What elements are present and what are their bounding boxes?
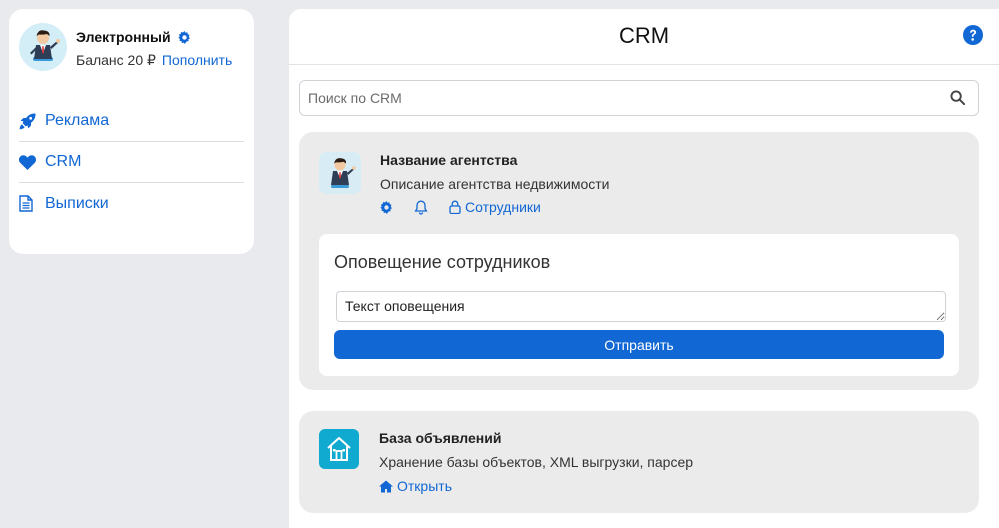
sidebar-item-crm[interactable]: CRM	[19, 142, 244, 183]
rocket-icon	[19, 112, 45, 130]
notification-panel: Оповещение сотрудников Текст оповещения …	[319, 234, 959, 376]
house-icon	[319, 429, 359, 469]
ads-database-card: База объявлений Хранение базы объектов, …	[299, 411, 979, 513]
lock-icon	[449, 200, 461, 214]
agency-actions: Сотрудники	[380, 199, 558, 215]
ads-db-description: Хранение базы объектов, XML выгрузки, па…	[379, 454, 694, 470]
bell-icon[interactable]	[414, 200, 432, 215]
home-icon	[379, 480, 393, 492]
send-button[interactable]: Отправить	[334, 330, 944, 359]
notification-heading: Оповещение сотрудников	[334, 252, 551, 272]
balance-text: Баланс 20 ₽	[76, 52, 156, 68]
agency-settings-gear-icon[interactable]	[380, 200, 397, 214]
sidebar: Электронный Баланс 20 ₽ Пополнить Реклама…	[9, 9, 254, 254]
search-icon[interactable]	[950, 90, 966, 110]
sidebar-item-label: Реклама	[45, 112, 110, 129]
sidebar-item-label: Выписки	[45, 194, 109, 212]
search-input[interactable]	[300, 81, 920, 115]
heart-icon	[19, 154, 45, 170]
topup-link[interactable]: Пополнить	[162, 52, 232, 68]
page-header: CRM	[289, 9, 999, 65]
employees-label: Сотрудники	[465, 199, 541, 215]
sidebar-item-ads[interactable]: Реклама	[19, 101, 244, 142]
profile-name-row: Электронный	[76, 29, 232, 45]
search-box	[299, 80, 979, 116]
gear-icon[interactable]	[177, 30, 191, 44]
help-icon[interactable]	[963, 25, 983, 50]
employees-link[interactable]: Сотрудники	[449, 199, 541, 215]
sidebar-item-statements[interactable]: Выписки	[19, 183, 244, 224]
balance-row: Баланс 20 ₽ Пополнить	[76, 52, 232, 69]
open-label: Открыть	[397, 478, 452, 494]
agency-title: Название агентства	[380, 152, 518, 168]
page-title: CRM	[618, 23, 670, 48]
open-link[interactable]: Открыть	[379, 478, 452, 494]
agency-card: Название агентства Описание агентства не…	[299, 132, 979, 390]
agency-description: Описание агентства недвижимости	[380, 176, 610, 192]
document-icon	[19, 195, 45, 212]
profile: Электронный Баланс 20 ₽ Пополнить	[19, 23, 244, 71]
profile-name: Электронный	[76, 29, 171, 45]
sidebar-item-label: CRM	[45, 153, 82, 170]
ads-db-title: База объявлений	[379, 430, 502, 446]
main-panel: CRM Название агентства Описание	[289, 9, 999, 528]
sidebar-menu: Реклама CRM Выписки	[19, 101, 244, 224]
avatar[interactable]	[19, 23, 67, 71]
agency-avatar	[319, 152, 361, 194]
notification-textarea[interactable]: Текст оповещения	[336, 291, 946, 322]
